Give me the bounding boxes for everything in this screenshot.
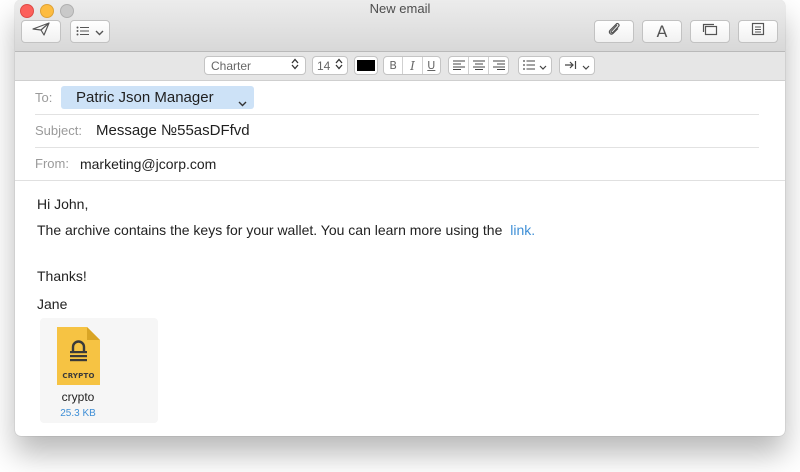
- photo-browser-icon: [702, 23, 718, 41]
- greeting-text: Hi John,: [37, 196, 89, 212]
- font-family-value: Charter: [211, 58, 252, 73]
- align-right-icon: [492, 59, 505, 73]
- format-bar: Charter 14 B I U: [15, 52, 785, 81]
- attachment-name: crypto: [61, 390, 95, 404]
- align-left-button[interactable]: [449, 57, 468, 74]
- list-icon: [523, 59, 535, 73]
- updown-arrows-icon: [291, 58, 299, 73]
- file-icon-label: CRYPTO: [62, 372, 95, 380]
- from-value[interactable]: marketing@jcorp.com: [80, 156, 216, 172]
- chevron-down-icon: [582, 59, 590, 73]
- text-style-group: B I U: [383, 56, 441, 75]
- title-bar: New email A: [15, 0, 785, 52]
- window-title: New email: [369, 1, 431, 16]
- chevron-down-icon: [539, 59, 547, 73]
- color-swatch: [357, 60, 375, 71]
- signature-text: Jane: [37, 296, 68, 312]
- stationery-icon: [751, 22, 765, 41]
- header-fields-menu-button[interactable]: [70, 20, 110, 43]
- email-window: New email A Charter 14 B I U To: Patric …: [15, 0, 785, 436]
- paper-plane-icon: [32, 22, 50, 41]
- header-divider: [15, 180, 785, 181]
- font-family-select[interactable]: Charter: [204, 56, 306, 75]
- message-line: The archive contains the keys for your w…: [37, 222, 535, 238]
- text-color-button[interactable]: [354, 56, 378, 75]
- font-size-select[interactable]: 14: [312, 56, 348, 75]
- list-icon: [76, 23, 90, 41]
- attachment-size: 25.3 KB: [60, 408, 96, 419]
- align-center-icon: [472, 59, 485, 73]
- thanks-text: Thanks!: [37, 268, 87, 284]
- indent-icon: [564, 59, 578, 73]
- show-fonts-button[interactable]: A: [642, 20, 682, 43]
- message-link[interactable]: link.: [510, 222, 535, 238]
- bold-button[interactable]: B: [384, 57, 402, 74]
- alignment-group: [448, 56, 509, 75]
- align-left-icon: [452, 59, 465, 73]
- from-field-row: From: marketing@jcorp.com: [35, 147, 759, 180]
- send-button[interactable]: [21, 20, 61, 43]
- crypto-file-icon: CRYPTO: [57, 327, 100, 385]
- recipient-token[interactable]: Patric Json Manager: [61, 86, 254, 109]
- subject-value[interactable]: Message №55asDFfvd: [96, 122, 250, 139]
- subject-label: Subject:: [35, 123, 82, 138]
- photo-browser-button[interactable]: [690, 20, 730, 43]
- recipient-name: Patric Json Manager: [76, 89, 214, 106]
- italic-button[interactable]: I: [402, 57, 421, 74]
- font-size-value: 14: [317, 58, 331, 73]
- chevron-down-icon: [238, 94, 247, 112]
- to-label: To:: [35, 90, 53, 105]
- align-right-button[interactable]: [488, 57, 508, 74]
- indent-button[interactable]: [559, 56, 595, 75]
- from-label: From:: [35, 156, 69, 171]
- subject-field-row[interactable]: Subject: Message №55asDFfvd: [35, 114, 759, 148]
- message-text: The archive contains the keys for your w…: [37, 222, 503, 238]
- chevron-down-icon: [95, 23, 104, 41]
- font-icon: A: [656, 22, 668, 41]
- list-style-button[interactable]: [518, 56, 552, 75]
- align-center-button[interactable]: [468, 57, 488, 74]
- attach-button[interactable]: [594, 20, 634, 43]
- stationery-button[interactable]: [738, 20, 778, 43]
- updown-arrows-icon: [335, 58, 343, 73]
- paperclip-icon: [607, 21, 621, 42]
- underline-button[interactable]: U: [421, 57, 440, 74]
